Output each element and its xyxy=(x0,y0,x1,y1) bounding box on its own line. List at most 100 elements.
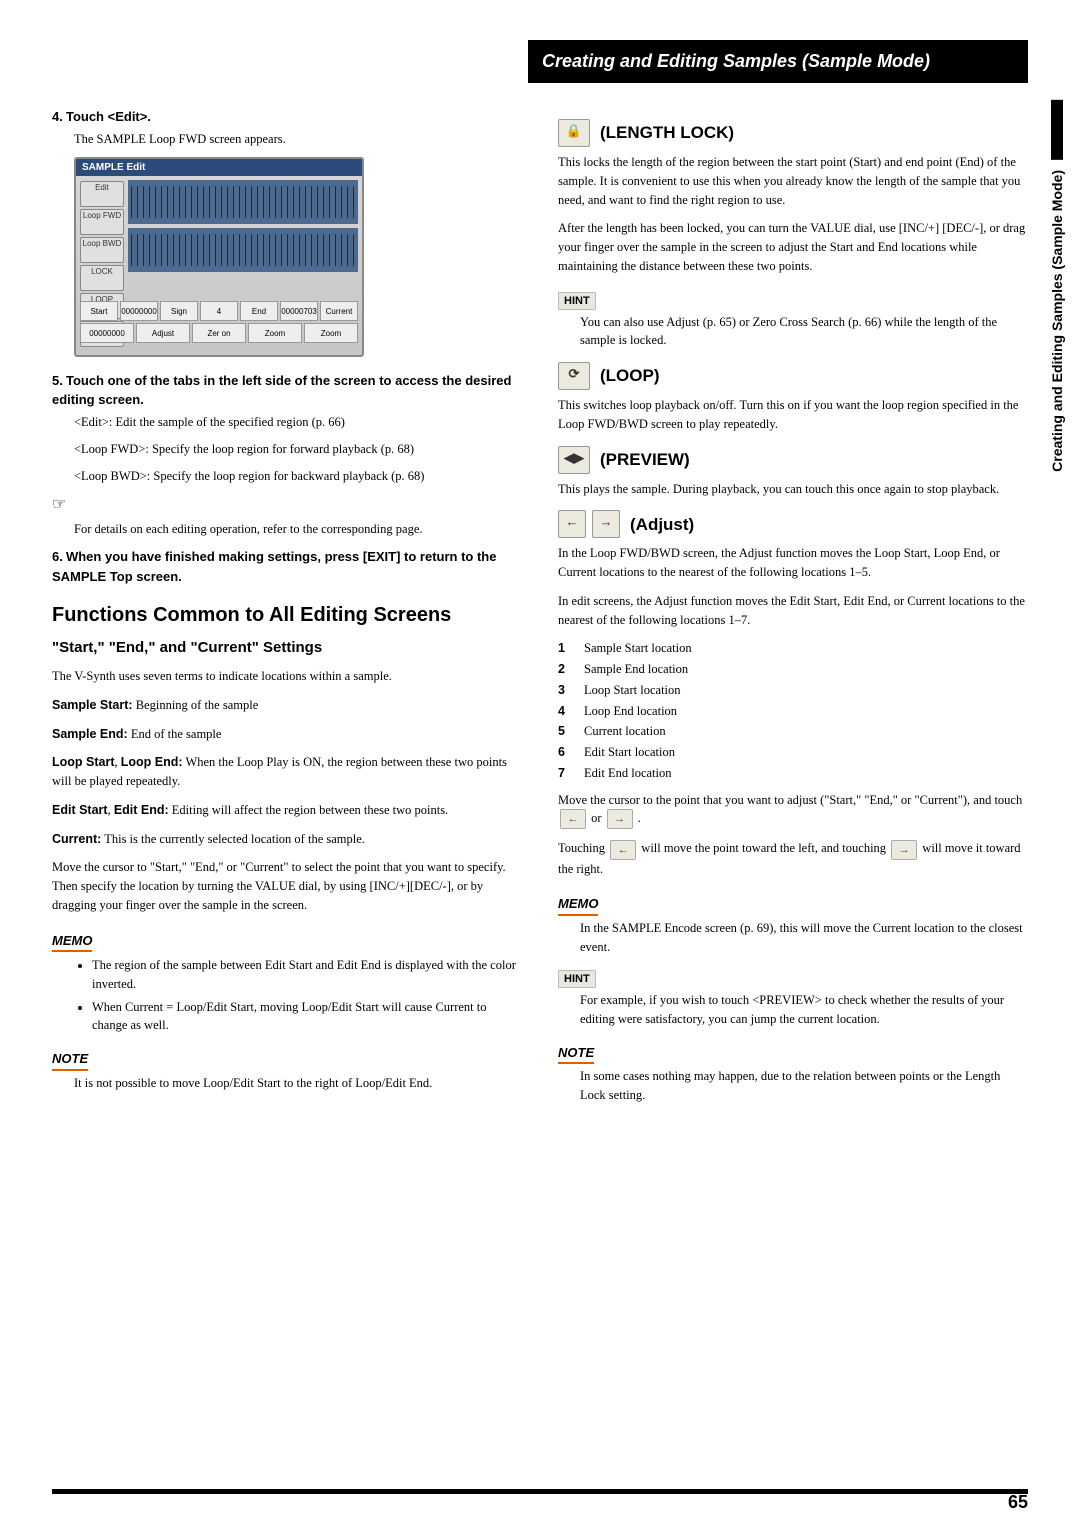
waveform-upper xyxy=(128,180,358,224)
al-t2: Sample End location xyxy=(584,660,688,679)
adjust-left-inline2-icon: ← xyxy=(610,840,636,860)
ss-f: Zoom xyxy=(248,323,302,343)
def-loop-l2: Loop End: xyxy=(121,755,183,769)
adj-touch-b: will move the point toward the left, and… xyxy=(641,841,889,855)
page-header: Creating and Editing Samples (Sample Mod… xyxy=(528,40,1028,83)
memo-item-2: When Current = Loop/Edit Start, moving L… xyxy=(92,998,522,1036)
ref-note: For details on each editing operation, r… xyxy=(74,520,522,539)
memo-item-1: The region of the sample between Edit St… xyxy=(92,956,522,994)
adjust-p2: In edit screens, the Adjust function mov… xyxy=(558,592,1028,630)
al-n7: 7 xyxy=(558,764,572,783)
waveform-lower xyxy=(128,228,358,272)
al-n5: 5 xyxy=(558,722,572,741)
def-edit-t: Editing will affect the region between t… xyxy=(169,803,449,817)
ss-f: 00000703 xyxy=(280,301,318,321)
al-t5: Current location xyxy=(584,722,666,741)
memo-list: The region of the sample between Edit St… xyxy=(92,956,522,1035)
al-n4: 4 xyxy=(558,702,572,721)
side-tab-label: Creating and Editing Samples (Sample Mod… xyxy=(1047,170,1068,472)
adj-move-b: or xyxy=(591,811,605,825)
adjust-left-icon: ← xyxy=(558,510,586,538)
ss-btn-loopfwd: Loop FWD xyxy=(80,209,124,235)
al-t3: Loop Start location xyxy=(584,681,681,700)
ss-f: Adjust xyxy=(136,323,190,343)
ss-btn-edit: Edit xyxy=(80,181,124,207)
adjust-right-icon: → xyxy=(592,510,620,538)
ss-f: Start xyxy=(80,301,118,321)
side-tab: Creating and Editing Samples (Sample Mod… xyxy=(1047,100,1068,472)
step6-num: 6. xyxy=(52,549,63,564)
ss-f: Zer on xyxy=(192,323,246,343)
ss-f: Zoom xyxy=(304,323,358,343)
memo-label-right: MEMO xyxy=(558,894,598,916)
step5-num: 5. xyxy=(52,373,63,388)
note-text-left: It is not possible to move Loop/Edit Sta… xyxy=(74,1074,522,1093)
preview-p: This plays the sample. During playback, … xyxy=(558,480,1028,499)
ss-f: End xyxy=(240,301,278,321)
memo-label-left: MEMO xyxy=(52,931,92,953)
step5-l1: <Edit>: Edit the sample of the specified… xyxy=(74,413,522,432)
lock-hint-text: You can also use Adjust (p. 65) or Zero … xyxy=(580,313,1028,351)
def-sample-end-l: Sample End: xyxy=(52,727,128,741)
al-t6: Edit Start location xyxy=(584,743,675,762)
screenshot-bottom-row: Start 00000000 Sign 4 End 00000703 Curre… xyxy=(80,301,358,351)
ss-f: Current xyxy=(320,301,358,321)
al-n2: 2 xyxy=(558,660,572,679)
def-sample-start-l: Sample Start: xyxy=(52,698,133,712)
screenshot-title: SAMPLE Edit xyxy=(76,159,362,176)
step4-num: 4. xyxy=(52,109,63,124)
hint-label-lock: HINT xyxy=(558,292,596,310)
adj-move-a: Move the cursor to the point that you wa… xyxy=(558,793,1022,807)
step4-desc: The SAMPLE Loop FWD screen appears. xyxy=(74,130,522,149)
lock-icon: 🔒 xyxy=(558,119,590,147)
hint-text-right: For example, if you wish to touch <PREVI… xyxy=(580,991,1028,1029)
adjust-p1: In the Loop FWD/BWD screen, the Adjust f… xyxy=(558,544,1028,582)
note-label-right: NOTE xyxy=(558,1043,594,1065)
preview-icon: ◀▶ xyxy=(558,446,590,474)
hint-label-right: HINT xyxy=(558,970,596,988)
start-end-current-heading: "Start," "End," and "Current" Settings xyxy=(52,637,522,660)
sample-edit-screenshot: SAMPLE Edit Edit Loop FWD Loop BWD LOCK … xyxy=(74,157,364,357)
ss-f: Sign xyxy=(160,301,198,321)
pointer-icon: ☞ xyxy=(52,493,72,517)
adjust-left-inline-icon: ← xyxy=(560,809,586,829)
functions-heading: Functions Common to All Editing Screens xyxy=(52,603,522,627)
adjust-touch-line: Touching ← will move the point toward th… xyxy=(558,839,1028,878)
adj-move-c: . xyxy=(638,811,641,825)
def-sample-end-t: End of the sample xyxy=(128,727,222,741)
al-t1: Sample Start location xyxy=(584,639,692,658)
note-text-right: In some cases nothing may happen, due to… xyxy=(580,1067,1028,1105)
adjust-right-inline-icon: → xyxy=(607,809,633,829)
note-label-left: NOTE xyxy=(52,1049,88,1071)
def-edit-l1: Edit Start xyxy=(52,803,108,817)
lock-p2: After the length has been locked, you ca… xyxy=(558,219,1028,275)
step5-l3: <Loop BWD>: Specify the loop region for … xyxy=(74,467,522,486)
ss-f: 00000000 xyxy=(120,301,158,321)
step5-title: Touch one of the tabs in the left side o… xyxy=(52,373,511,408)
ss-f: 4 xyxy=(200,301,238,321)
adjust-move-line: Move the cursor to the point that you wa… xyxy=(558,791,1028,830)
def-edit-l2: Edit End: xyxy=(114,803,169,817)
left-column: 4. Touch <Edit>. The SAMPLE Loop FWD scr… xyxy=(52,107,522,1113)
length-lock-title: (LENGTH LOCK) xyxy=(600,120,734,146)
step4-title: Touch <Edit>. xyxy=(66,109,151,124)
page-number: 65 xyxy=(1008,1489,1028,1516)
def-current-t: This is the currently selected location … xyxy=(101,832,365,846)
side-tab-bar xyxy=(1052,100,1064,160)
ss-btn-loopbwd: Loop BWD xyxy=(80,237,124,263)
al-t7: Edit End location xyxy=(584,764,671,783)
preview-title: (PREVIEW) xyxy=(600,447,690,473)
right-column: 🔒 (LENGTH LOCK) This locks the length of… xyxy=(558,107,1028,1113)
adj-touch-a: Touching xyxy=(558,841,608,855)
adjust-title: (Adjust) xyxy=(630,512,694,538)
step6-title: When you have finished making settings, … xyxy=(52,549,496,584)
ss-btn-lock: LOCK xyxy=(80,265,124,291)
def-loop-l1: Loop Start xyxy=(52,755,115,769)
def-current-l: Current: xyxy=(52,832,101,846)
loop-p: This switches loop playback on/off. Turn… xyxy=(558,396,1028,434)
loop-icon: ⟳ xyxy=(558,362,590,390)
al-n1: 1 xyxy=(558,639,572,658)
intro-para: The V-Synth uses seven terms to indicate… xyxy=(52,667,522,686)
adjust-right-inline2-icon: → xyxy=(891,840,917,860)
memo-text-right: In the SAMPLE Encode screen (p. 69), thi… xyxy=(580,919,1028,957)
